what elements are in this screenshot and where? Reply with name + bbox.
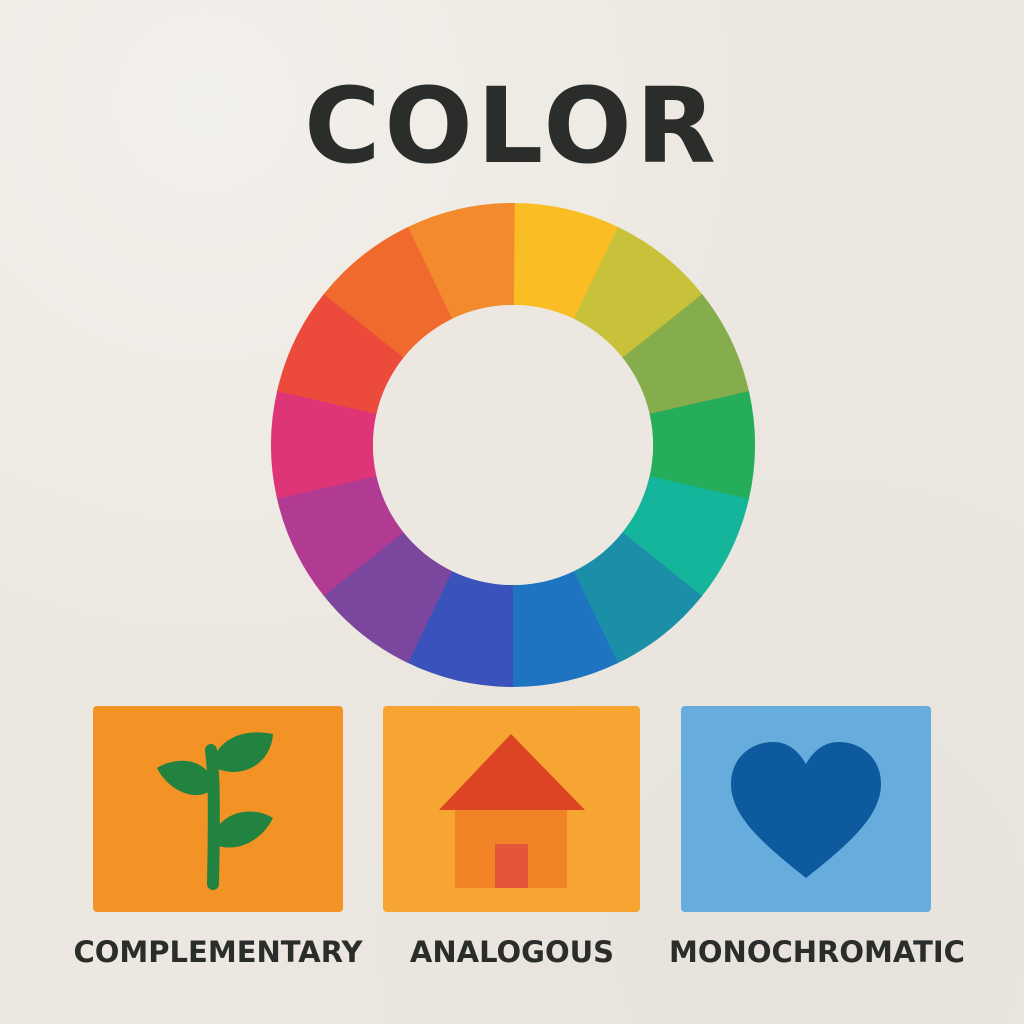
analogous-card (383, 706, 640, 912)
color-theory-poster: COLOR COMPLEMENTARY ANALOGOUS MONOCHROMA… (0, 0, 1024, 1024)
house-icon (439, 734, 585, 888)
complementary-label: COMPLEMENTARY (73, 935, 363, 969)
color-scheme-cards (0, 0, 1024, 1024)
analogous-label: ANALOGOUS (409, 935, 615, 969)
plant-sprout-icon (157, 732, 273, 890)
monochromatic-label: MONOCHROMATIC (669, 935, 965, 969)
monochromatic-card (681, 706, 931, 912)
heart-icon (731, 742, 881, 878)
complementary-card (93, 706, 343, 912)
